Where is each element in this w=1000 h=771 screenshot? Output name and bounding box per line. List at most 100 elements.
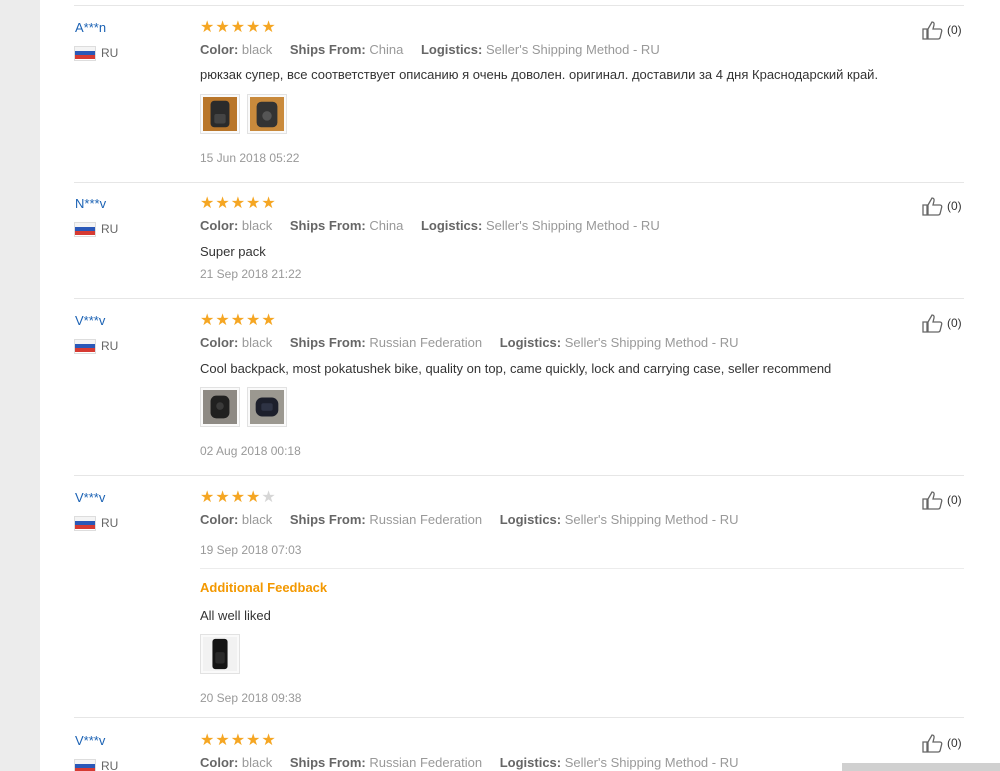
review-photos [200, 94, 287, 134]
star-filled-icon: ★ [200, 732, 215, 749]
color-value: black [241, 335, 273, 350]
color-label: Color: [200, 512, 239, 527]
helpful-count: (0) [947, 316, 962, 330]
divider [74, 475, 964, 476]
country-code: RU [101, 339, 119, 353]
helpful-button[interactable]: (0) [922, 490, 962, 510]
reviewer-country: RU [75, 46, 118, 60]
ships-from-value: Russian Federation [369, 335, 483, 350]
review-date: 19 Sep 2018 07:03 [200, 543, 302, 557]
logistics-value: Seller's Shipping Method - RU [564, 755, 739, 770]
reviewer-country: RU [75, 516, 118, 530]
order-info: Color: black Ships From: China Logistics… [200, 218, 674, 233]
color-label: Color: [200, 42, 239, 57]
russia-flag-icon [75, 222, 95, 236]
logistics-value: Seller's Shipping Method - RU [564, 512, 739, 527]
ships-from-label: Ships From: [289, 42, 366, 57]
color-label: Color: [200, 218, 239, 233]
russia-flag-icon [75, 516, 95, 530]
logistics-label: Logistics: [499, 755, 562, 770]
star-filled-icon: ★ [261, 195, 276, 212]
ships-from-label: Ships From: [289, 218, 366, 233]
review-date: 02 Aug 2018 00:18 [200, 444, 301, 458]
divider [74, 298, 964, 299]
star-empty-icon: ★ [261, 489, 276, 506]
reviewer-country: RU [75, 339, 118, 353]
review-date: 15 Jun 2018 05:22 [200, 151, 300, 165]
backpack-photo-icon [250, 97, 284, 131]
star-filled-icon: ★ [246, 195, 261, 212]
review-text: Super pack [200, 244, 266, 259]
reviewer-name[interactable]: A***n [75, 20, 106, 35]
reviewer-name[interactable]: N***v [75, 196, 106, 211]
russia-flag-icon [75, 759, 95, 771]
russia-flag-icon [75, 46, 95, 60]
color-value: black [241, 512, 273, 527]
reviewer-country: RU [75, 222, 118, 236]
logistics-value: Seller's Shipping Method - RU [485, 42, 660, 57]
thumbs-up-icon [922, 197, 943, 216]
review-photo[interactable] [247, 94, 287, 134]
country-code: RU [101, 516, 119, 530]
helpful-count: (0) [947, 23, 962, 37]
ships-from-label: Ships From: [289, 755, 366, 770]
logistics-value: Seller's Shipping Method - RU [485, 218, 660, 233]
ships-from-value: China [369, 42, 404, 57]
star-filled-icon: ★ [200, 312, 215, 329]
review-photo[interactable] [200, 634, 240, 674]
review-photos [200, 387, 287, 427]
country-code: RU [101, 222, 119, 236]
logistics-value: Seller's Shipping Method - RU [564, 335, 739, 350]
divider [74, 182, 964, 183]
reviewer-name[interactable]: V***v [75, 313, 105, 328]
star-filled-icon: ★ [246, 489, 261, 506]
star-filled-icon: ★ [200, 19, 215, 36]
helpful-button[interactable]: (0) [922, 313, 962, 333]
star-filled-icon: ★ [230, 19, 246, 36]
logistics-label: Logistics: [420, 42, 483, 57]
ships-from-value: Russian Federation [369, 755, 483, 770]
russia-flag-icon [75, 339, 95, 353]
star-rating: ★ ★ ★ ★ ★ [200, 313, 276, 329]
review-photo[interactable] [247, 387, 287, 427]
helpful-button[interactable]: (0) [922, 196, 962, 216]
star-filled-icon: ★ [200, 489, 215, 506]
review-text: Cool backpack, most pokatushek bike, qua… [200, 361, 832, 376]
color-value: black [241, 218, 273, 233]
star-filled-icon: ★ [215, 312, 230, 329]
review-text: рюкзак супер, все соответствует описанию… [200, 67, 879, 82]
thumbs-up-icon [922, 734, 943, 753]
thumbs-up-icon [922, 21, 943, 40]
star-filled-icon: ★ [215, 19, 230, 36]
star-filled-icon: ★ [215, 732, 230, 749]
reviewer-name[interactable]: V***v [75, 490, 105, 505]
star-filled-icon: ★ [200, 195, 215, 212]
star-filled-icon: ★ [230, 732, 246, 749]
additional-feedback-text: All well liked [200, 608, 271, 623]
backpack-photo-icon [203, 390, 237, 424]
star-filled-icon: ★ [215, 489, 230, 506]
logistics-label: Logistics: [499, 335, 562, 350]
logistics-label: Logistics: [420, 218, 483, 233]
helpful-button[interactable]: (0) [922, 20, 962, 40]
review-date: 21 Sep 2018 21:22 [200, 267, 302, 281]
star-filled-icon: ★ [215, 195, 230, 212]
helpful-button[interactable]: (0) [922, 733, 962, 753]
horizontal-scrollbar[interactable] [842, 763, 1000, 771]
divider [74, 5, 964, 6]
star-filled-icon: ★ [246, 19, 261, 36]
star-filled-icon: ★ [230, 489, 246, 506]
star-filled-icon: ★ [230, 312, 246, 329]
review-photo[interactable] [200, 94, 240, 134]
logistics-label: Logistics: [499, 512, 562, 527]
reviewer-name[interactable]: V***v [75, 733, 105, 748]
star-rating: ★ ★ ★ ★ ★ [200, 20, 276, 36]
star-filled-icon: ★ [261, 19, 276, 36]
color-value: black [241, 755, 273, 770]
star-filled-icon: ★ [261, 732, 276, 749]
star-filled-icon: ★ [246, 312, 261, 329]
review-photo[interactable] [200, 387, 240, 427]
additional-feedback-title: Additional Feedback [200, 580, 328, 595]
order-info: Color: black Ships From: Russian Federat… [200, 755, 752, 770]
star-filled-icon: ★ [261, 312, 276, 329]
